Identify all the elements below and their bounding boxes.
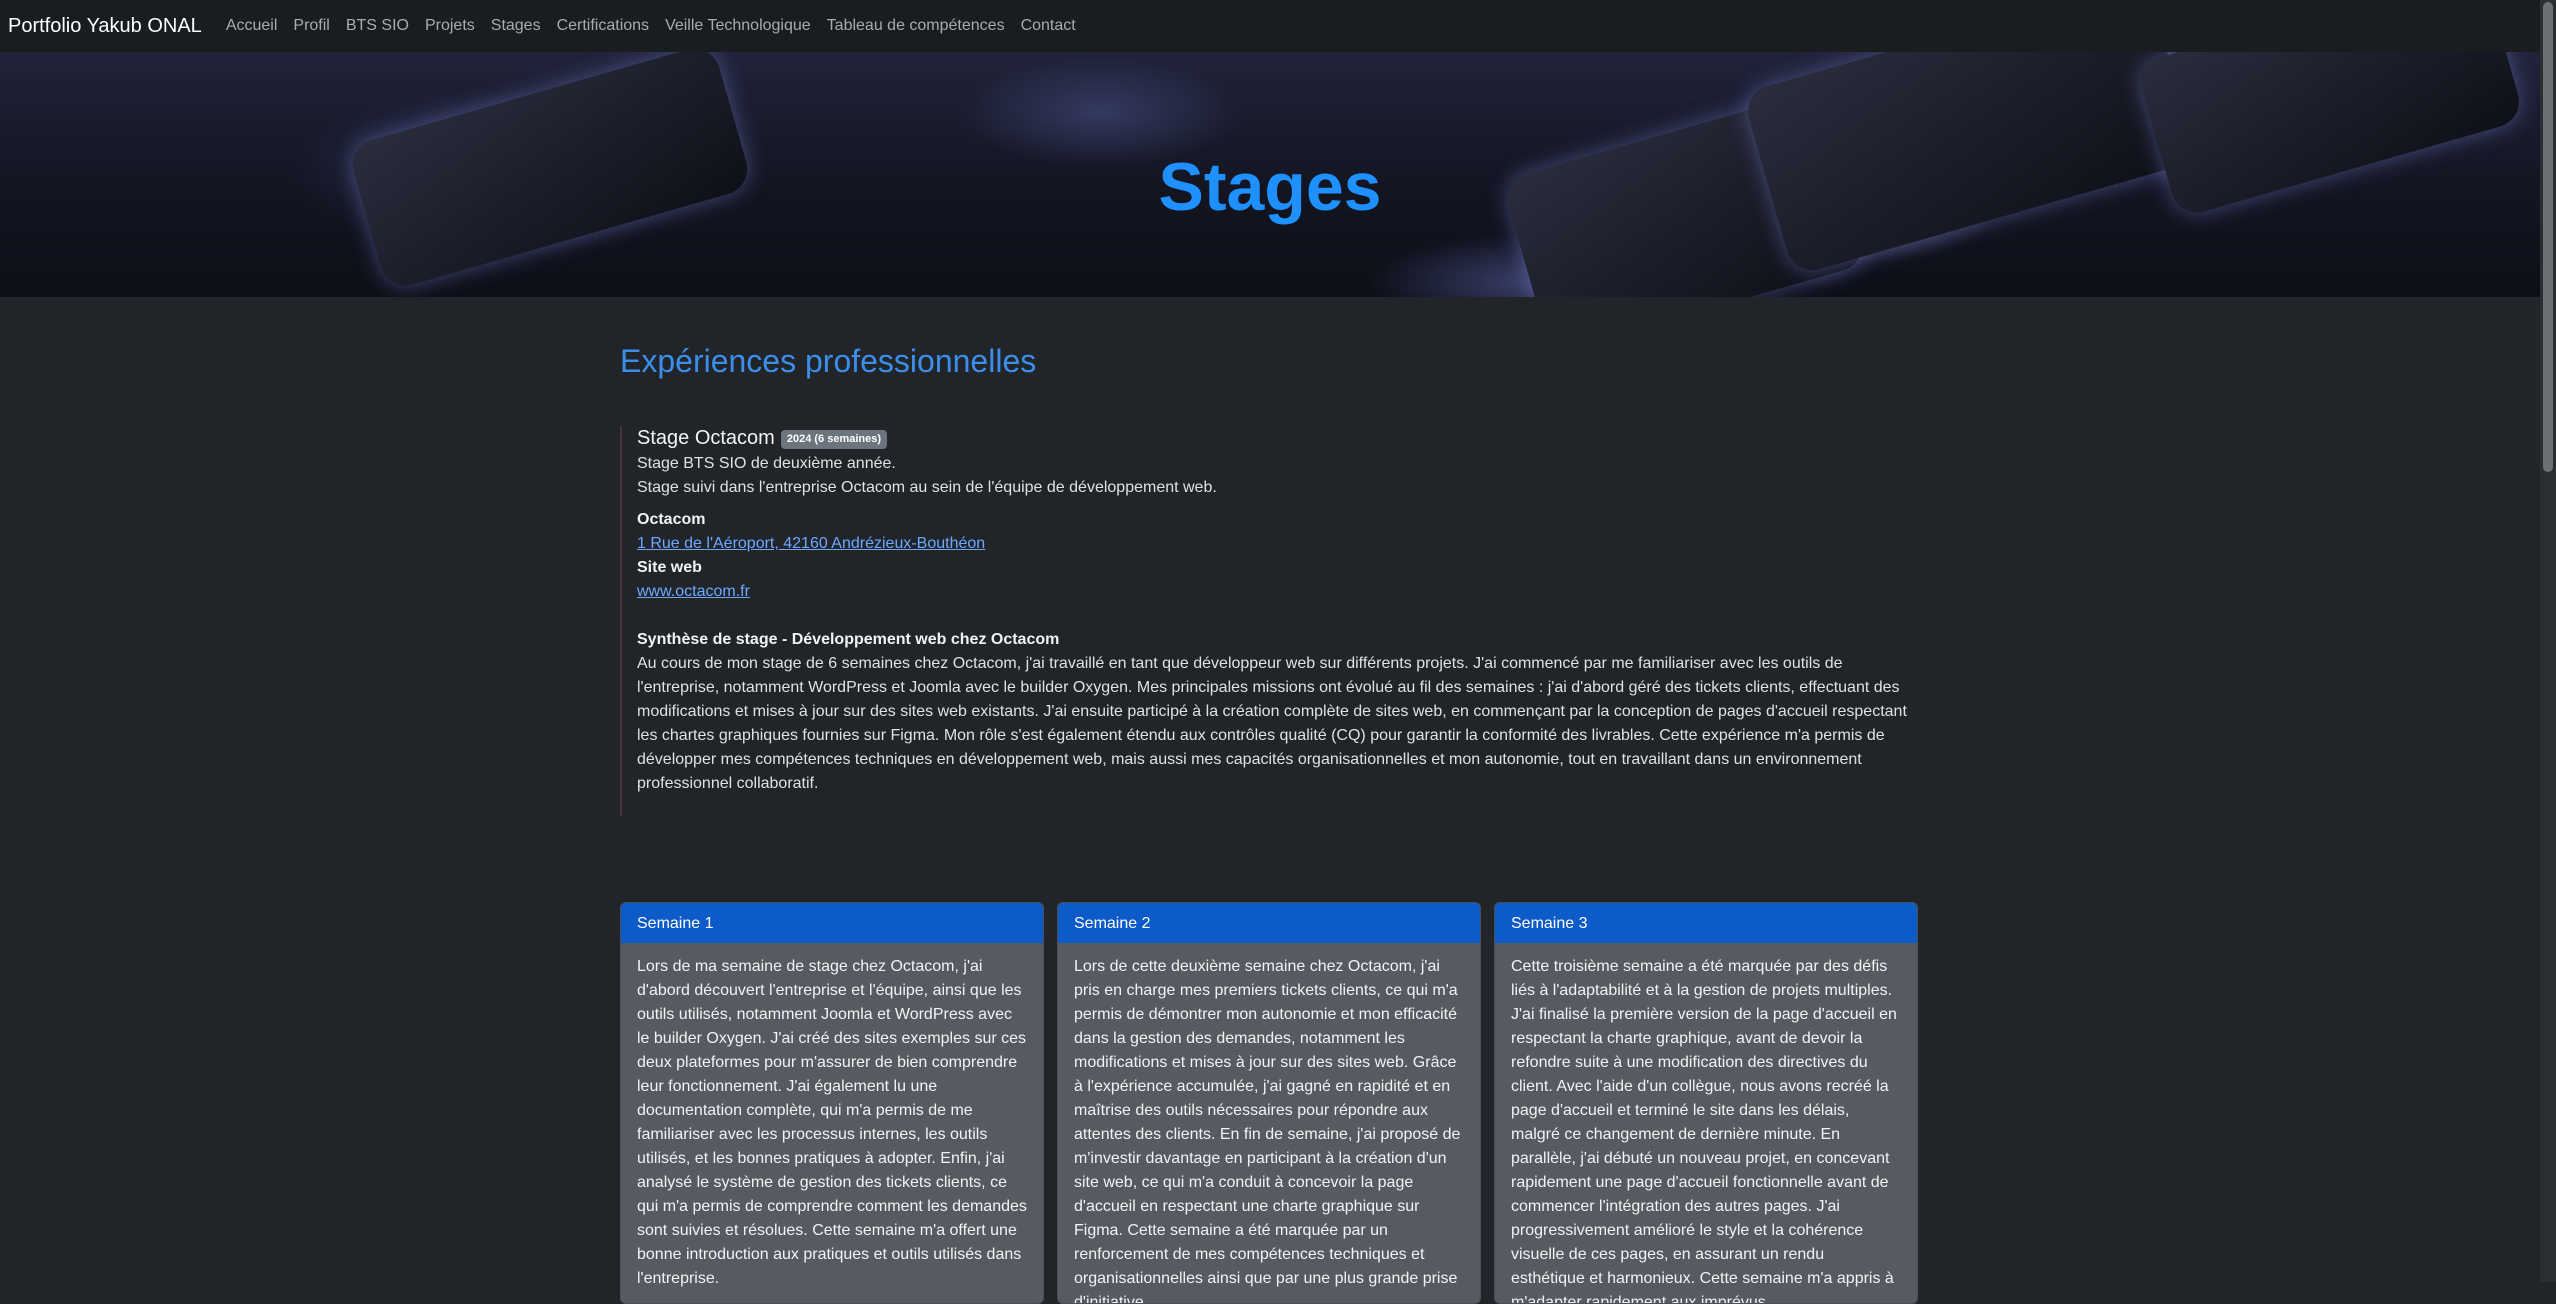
stage-name: Stage Octacom [637, 427, 775, 449]
company-address-link[interactable]: 1 Rue de l'Aéroport, 42160 Andrézieux-Bo… [637, 535, 985, 552]
week-card-header: Semaine 2 [1058, 903, 1480, 943]
scrollbar[interactable] [2540, 0, 2556, 1282]
synthese-title: Synthèse de stage - Développement web ch… [637, 631, 1060, 648]
week-card: Semaine 3 Cette troisième semaine a été … [1494, 902, 1918, 1304]
website-label: Site web [637, 559, 702, 576]
stage-description-detail: Stage suivi dans l'entreprise Octacom au… [637, 479, 1217, 496]
section-title: Expériences professionnelles [620, 343, 1037, 379]
website-link[interactable]: www.octacom.fr [637, 583, 750, 600]
nav-link-stages[interactable]: Stages [491, 17, 541, 35]
hero-banner: Stages [0, 52, 2540, 297]
nav-link-bts-sio[interactable]: BTS SIO [346, 17, 409, 35]
week-card-header: Semaine 1 [621, 903, 1043, 943]
nav-link-competences[interactable]: Tableau de compétences [827, 17, 1005, 35]
synthese-text: Au cours de mon stage de 6 semaines chez… [637, 655, 1907, 792]
scrollbar-thumb[interactable] [2543, 2, 2553, 472]
duration-badge: 2024 (6 semaines) [780, 430, 888, 449]
week-card-body: Cette troisième semaine a été marquée pa… [1511, 958, 1897, 1304]
nav-link-accueil[interactable]: Accueil [226, 17, 278, 35]
stage-description: Stage BTS SIO de deuxième année. [637, 455, 896, 472]
stage-block: Stage Octacom 2024 (6 semaines) Stage BTS… [620, 426, 1916, 816]
week-card-body: Lors de ma semaine de stage chez Octacom… [637, 958, 1027, 1287]
week-card-header: Semaine 3 [1495, 903, 1917, 943]
week-card-body: Lors de cette deuxième semaine chez Octa… [1074, 958, 1461, 1304]
nav-link-profil[interactable]: Profil [293, 17, 329, 35]
page-title: Stages [1158, 148, 1382, 225]
week-card: Semaine 1 Lors de ma semaine de stage ch… [620, 902, 1044, 1304]
company-name: Octacom [637, 511, 706, 528]
nav-link-certifications[interactable]: Certifications [557, 17, 649, 35]
nav-link-projets[interactable]: Projets [425, 17, 475, 35]
nav-link-veille[interactable]: Veille Technologique [665, 17, 811, 35]
navbar: Portfolio Yakub ONAL Accueil Profil BTS … [0, 0, 2540, 52]
brand-link[interactable]: Portfolio Yakub ONAL [8, 15, 202, 38]
week-card: Semaine 2 Lors de cette deuxième semaine… [1057, 902, 1481, 1304]
nav-link-contact[interactable]: Contact [1021, 17, 1076, 35]
